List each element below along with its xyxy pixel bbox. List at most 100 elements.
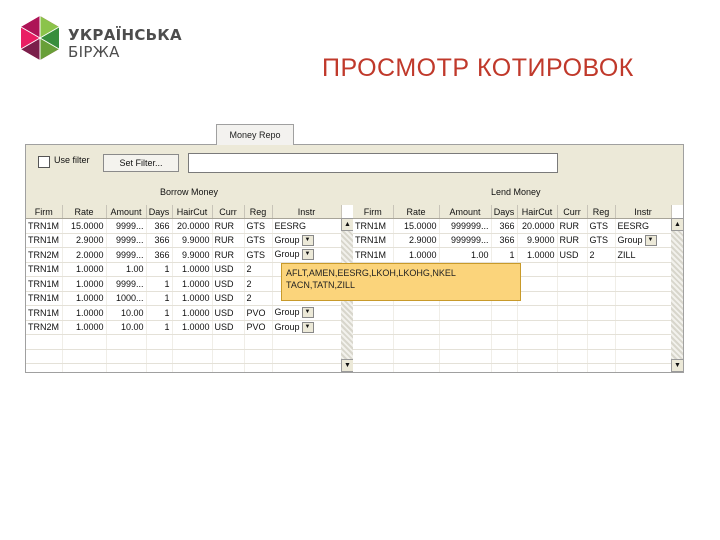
- table-cell: USD: [557, 247, 588, 263]
- tab-money-repo[interactable]: Money Repo: [216, 124, 294, 145]
- column-header[interactable]: Firm: [353, 205, 394, 219]
- table-cell: GTS: [587, 233, 616, 248]
- dropdown-arrow-icon[interactable]: ▼: [644, 234, 657, 246]
- table-cell: [517, 320, 558, 335]
- borrow-money-title: Borrow Money: [160, 187, 219, 197]
- table-cell: [62, 363, 107, 372]
- table-cell: [517, 291, 558, 306]
- table-cell: 1: [146, 276, 173, 292]
- table-cell: PVO: [244, 305, 273, 321]
- dropdown-arrow-icon[interactable]: ▼: [301, 234, 314, 246]
- table-cell: RUR: [212, 218, 245, 234]
- column-header[interactable]: Rate: [62, 205, 107, 219]
- table-row[interactable]: TRN1M 1.0000 10.00 1 1.0000 USD PVO Group ▼: [26, 305, 342, 321]
- lend-money-title: Lend Money: [491, 187, 541, 197]
- table-cell: 9999...: [106, 218, 147, 234]
- set-filter-button[interactable]: Set Filter...: [103, 154, 179, 172]
- table-cell: 15.0000: [62, 218, 107, 234]
- scroll-up-icon[interactable]: ▲: [671, 218, 683, 231]
- empty-row[interactable]: [26, 349, 342, 364]
- table-cell: 2.9000: [393, 233, 440, 248]
- column-header[interactable]: Amount: [439, 205, 492, 219]
- table-cell: 1: [146, 305, 173, 321]
- table-cell: [557, 334, 588, 350]
- column-header[interactable]: HairCut: [172, 205, 213, 219]
- empty-row[interactable]: [26, 363, 342, 372]
- column-header[interactable]: Curr: [212, 205, 245, 219]
- dropdown-arrow-icon[interactable]: ▼: [301, 307, 314, 319]
- column-header[interactable]: Rate: [393, 205, 440, 219]
- table-cell: 1.0000: [62, 262, 107, 277]
- table-cell: 1: [146, 262, 173, 277]
- table-cell: [172, 334, 213, 350]
- table-cell: ZILL: [615, 247, 672, 263]
- column-header[interactable]: Curr: [557, 205, 588, 219]
- table-cell: 1.0000: [393, 247, 440, 263]
- table-cell: [615, 291, 672, 306]
- table-row[interactable]: TRN2M 2.0000 9999... 366 9.9000 RUR GTS Group ▼: [26, 247, 342, 263]
- column-header[interactable]: Instr: [615, 205, 672, 219]
- empty-row[interactable]: [353, 363, 672, 372]
- table-cell: [353, 320, 394, 335]
- column-header[interactable]: HairCut: [517, 205, 558, 219]
- table-cell: 2: [244, 291, 273, 306]
- empty-row[interactable]: [353, 349, 672, 364]
- table-cell: USD: [212, 276, 245, 292]
- filter-input[interactable]: [188, 153, 558, 173]
- table-cell: TRN1M: [26, 233, 63, 248]
- table-cell: USD: [212, 291, 245, 306]
- table-cell: 2: [244, 276, 273, 292]
- empty-row[interactable]: [353, 334, 672, 350]
- dropdown-arrow-icon[interactable]: ▼: [301, 321, 314, 333]
- instr-group-value: Group: [617, 234, 643, 245]
- table-cell: [557, 262, 588, 277]
- table-cell: [172, 363, 213, 372]
- empty-row[interactable]: [26, 334, 342, 350]
- table-cell: Group ▼: [272, 247, 342, 263]
- table-cell: 2: [587, 247, 616, 263]
- lend-scrollbar[interactable]: ▲ ▼: [671, 218, 683, 372]
- table-cell: [517, 305, 558, 321]
- table-cell: RUR: [212, 233, 245, 248]
- table-row[interactable]: TRN1M 15.0000 9999... 366 20.0000 RUR GTS EESRG: [26, 218, 342, 234]
- column-header[interactable]: Days: [146, 205, 173, 219]
- table-cell: 366: [491, 233, 518, 248]
- table-cell: [212, 349, 245, 364]
- use-filter-checkbox[interactable]: [38, 156, 50, 168]
- table-cell: [587, 363, 616, 372]
- table-row[interactable]: TRN1M 1.0000 1.00 1 1.0000 USD 2 ZILL: [353, 247, 672, 263]
- column-header[interactable]: Firm: [26, 205, 63, 219]
- table-cell: 10.00: [106, 320, 147, 335]
- empty-row[interactable]: [353, 320, 672, 335]
- empty-row[interactable]: [353, 305, 672, 321]
- table-cell: 9.9000: [172, 247, 213, 263]
- table-cell: [393, 363, 440, 372]
- table-cell: [615, 349, 672, 364]
- table-cell: EESRG: [272, 218, 342, 234]
- column-header[interactable]: Days: [491, 205, 518, 219]
- table-cell: [106, 363, 147, 372]
- table-cell: 1.0000: [172, 276, 213, 292]
- scroll-down-icon[interactable]: ▼: [671, 359, 683, 372]
- column-header[interactable]: Amount: [106, 205, 147, 219]
- table-cell: 1.0000: [62, 291, 107, 306]
- table-row[interactable]: TRN1M 2.9000 999999... 366 9.9000 RUR GTS Group…: [353, 233, 672, 248]
- table-row[interactable]: TRN2M 1.0000 10.00 1 1.0000 USD PVO Group ▼: [26, 320, 342, 335]
- exchange-logo: УКРАЇНСЬКА БІРЖА: [16, 14, 186, 74]
- instr-group-value: Group: [274, 249, 300, 260]
- table-cell: 1: [146, 320, 173, 335]
- table-cell: 366: [146, 233, 173, 248]
- table-cell: 1.0000: [172, 305, 213, 321]
- table-cell: 999999...: [439, 233, 492, 248]
- table-cell: GTS: [587, 218, 616, 234]
- table-row[interactable]: TRN1M 2.9000 9999... 366 9.9000 RUR GTS Group ▼: [26, 233, 342, 248]
- table-cell: [212, 363, 245, 372]
- column-header[interactable]: Reg: [587, 205, 616, 219]
- table-cell: [517, 262, 558, 277]
- dropdown-arrow-icon[interactable]: ▼: [301, 249, 314, 261]
- table-row[interactable]: TRN1M 15.0000 999999... 366 20.0000 RUR GTS EES…: [353, 218, 672, 234]
- column-header[interactable]: Reg: [244, 205, 273, 219]
- table-cell: [557, 276, 588, 292]
- column-header[interactable]: Instr: [272, 205, 342, 219]
- table-cell: PVO: [244, 320, 273, 335]
